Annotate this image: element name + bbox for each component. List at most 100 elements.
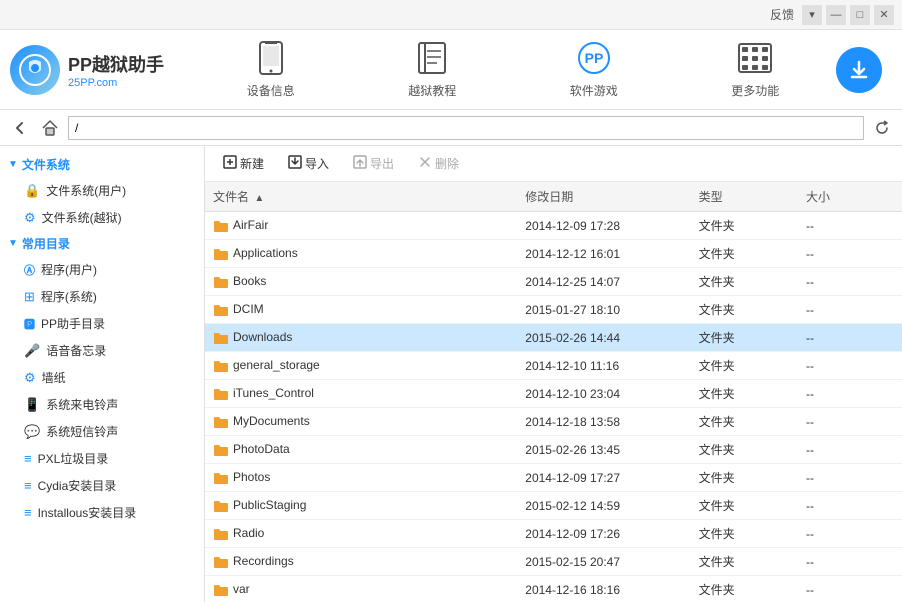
nav-items: 设备信息 越狱教程 PP 软件游戏 — [190, 32, 836, 107]
ringtone-label: 系统来电铃声 — [46, 396, 118, 413]
nav-item-jailbreak[interactable]: 越狱教程 — [392, 32, 472, 107]
sidebar-item-wallpaper[interactable]: ⚙ 墙纸 — [0, 364, 204, 391]
logo-area: PP越狱助手 25PP.com — [10, 45, 190, 95]
file-size-cell: -- — [798, 268, 902, 296]
file-name-cell: DCIM — [205, 296, 517, 324]
import-button[interactable]: 导入 — [278, 151, 339, 176]
file-size-cell: -- — [798, 240, 902, 268]
dropdown-btn[interactable]: ▾ — [802, 5, 822, 25]
file-name: Radio — [233, 526, 264, 540]
file-area: 新建 导入 导出 删除 — [205, 146, 902, 602]
table-row[interactable]: general_storage 2014-12-10 11:16 文件夹 -- — [205, 352, 902, 380]
table-row[interactable]: PublicStaging 2015-02-12 14:59 文件夹 -- — [205, 492, 902, 520]
header: PP越狱助手 25PP.com 设备信息 — [0, 30, 902, 110]
sidebar-item-ringtone[interactable]: 📱 系统来电铃声 — [0, 391, 204, 418]
file-name-cell: Photos — [205, 464, 517, 492]
nav-item-software[interactable]: PP 软件游戏 — [554, 32, 634, 107]
table-row[interactable]: Photos 2014-12-09 17:27 文件夹 -- — [205, 464, 902, 492]
folder-icon — [213, 442, 229, 457]
delete-button[interactable]: 删除 — [408, 151, 469, 176]
common-section-label: 常用目录 — [22, 235, 70, 252]
table-row[interactable]: PhotoData 2015-02-26 13:45 文件夹 -- — [205, 436, 902, 464]
download-button[interactable] — [836, 47, 882, 93]
sort-arrow-icon: ▲ — [254, 193, 264, 204]
close-btn[interactable]: ✕ — [874, 5, 894, 25]
file-name-cell: iTunes_Control — [205, 380, 517, 408]
folder-icon — [213, 218, 229, 233]
file-name-cell: AirFair — [205, 212, 517, 240]
table-row[interactable]: AirFair 2014-12-09 17:28 文件夹 -- — [205, 212, 902, 240]
col-header-size[interactable]: 大小 — [798, 182, 902, 212]
export-button[interactable]: 导出 — [343, 151, 404, 176]
file-name: Downloads — [233, 330, 292, 344]
nav-item-device-info[interactable]: 设备信息 — [231, 32, 311, 107]
sidebar-item-prog-sys[interactable]: ⊞ 程序(系统) — [0, 283, 204, 310]
nav-jailbreak-label: 越狱教程 — [408, 82, 456, 99]
file-size-cell: -- — [798, 520, 902, 548]
file-name: MyDocuments — [233, 414, 310, 428]
sidebar-item-prog-user[interactable]: Ⓐ 程序(用户) — [0, 256, 204, 283]
prog-user-icon: Ⓐ — [24, 262, 35, 278]
back-button[interactable] — [8, 116, 32, 140]
table-row[interactable]: MyDocuments 2014-12-18 13:58 文件夹 -- — [205, 408, 902, 436]
folder-icon — [213, 274, 229, 289]
cydia-icon: ≡ — [24, 478, 32, 493]
file-size-cell: -- — [798, 212, 902, 240]
table-row[interactable]: Downloads 2015-02-26 14:44 文件夹 -- — [205, 324, 902, 352]
table-row[interactable]: DCIM 2015-01-27 18:10 文件夹 -- — [205, 296, 902, 324]
file-size-cell: -- — [798, 436, 902, 464]
table-row[interactable]: Radio 2014-12-09 17:26 文件夹 -- — [205, 520, 902, 548]
minimize-btn[interactable]: — — [826, 5, 846, 25]
file-size-cell: -- — [798, 548, 902, 576]
file-name: Books — [233, 274, 266, 288]
address-input[interactable]: / — [68, 116, 864, 140]
sidebar-item-cydia[interactable]: ≡ Cydia安装目录 — [0, 472, 204, 499]
maximize-btn[interactable]: □ — [850, 5, 870, 25]
file-type-cell: 文件夹 — [691, 352, 798, 380]
file-type-cell: 文件夹 — [691, 520, 798, 548]
file-type-cell: 文件夹 — [691, 268, 798, 296]
file-name-cell: Recordings — [205, 548, 517, 576]
file-date-cell: 2014-12-10 23:04 — [517, 380, 690, 408]
home-button[interactable] — [38, 116, 62, 140]
file-name: iTunes_Control — [233, 386, 314, 400]
table-row[interactable]: Recordings 2015-02-15 20:47 文件夹 -- — [205, 548, 902, 576]
refresh-button[interactable] — [870, 116, 894, 140]
sidebar-item-fs-jailbreak[interactable]: ⚙ 文件系统(越狱) — [0, 204, 204, 231]
col-header-type[interactable]: 类型 — [691, 182, 798, 212]
voice-label: 语音备忘录 — [46, 342, 106, 359]
file-date-cell: 2014-12-09 17:27 — [517, 464, 690, 492]
file-name: PhotoData — [233, 442, 290, 456]
file-type-cell: 文件夹 — [691, 296, 798, 324]
col-header-name[interactable]: 文件名 ▲ — [205, 182, 517, 212]
feedback-label[interactable]: 反馈 — [770, 6, 794, 23]
sidebar-item-sms-tone[interactable]: 💬 系统短信铃声 — [0, 418, 204, 445]
file-size-cell: -- — [798, 492, 902, 520]
new-button[interactable]: 新建 — [213, 151, 274, 176]
file-size-cell: -- — [798, 576, 902, 602]
table-row[interactable]: var 2014-12-16 18:16 文件夹 -- — [205, 576, 902, 602]
sidebar-item-fs-user[interactable]: 🔒 文件系统(用户) — [0, 177, 204, 204]
file-date-cell: 2015-01-27 18:10 — [517, 296, 690, 324]
folder-icon — [213, 582, 229, 597]
sidebar-item-installous[interactable]: ≡ Installous安装目录 — [0, 499, 204, 526]
table-row[interactable]: iTunes_Control 2014-12-10 23:04 文件夹 -- — [205, 380, 902, 408]
folder-icon — [213, 246, 229, 261]
sidebar-item-pp-dir[interactable]: 🅿 PP助手目录 — [0, 310, 204, 337]
sidebar-item-voice-memo[interactable]: 🎤 语音备忘录 — [0, 337, 204, 364]
nav-item-more[interactable]: 更多功能 — [715, 32, 795, 107]
pxl-icon: ≡ — [24, 451, 32, 466]
file-name-cell: MyDocuments — [205, 408, 517, 436]
sidebar-item-pxl-trash[interactable]: ≡ PXL垃圾目录 — [0, 445, 204, 472]
table-row[interactable]: Applications 2014-12-12 16:01 文件夹 -- — [205, 240, 902, 268]
file-name: var — [233, 582, 250, 596]
file-name: PublicStaging — [233, 498, 306, 512]
col-header-date[interactable]: 修改日期 — [517, 182, 690, 212]
cydia-label: Cydia安装目录 — [38, 477, 117, 494]
file-type-cell: 文件夹 — [691, 380, 798, 408]
table-row[interactable]: Books 2014-12-25 14:07 文件夹 -- — [205, 268, 902, 296]
prog-sys-label: 程序(系统) — [41, 288, 97, 305]
sidebar-section-filesystem[interactable]: ▼ 文件系统 — [0, 152, 204, 177]
sidebar: ▼ 文件系统 🔒 文件系统(用户) ⚙ 文件系统(越狱) ▼ 常用目录 Ⓐ 程序… — [0, 146, 205, 602]
sidebar-section-common[interactable]: ▼ 常用目录 — [0, 231, 204, 256]
